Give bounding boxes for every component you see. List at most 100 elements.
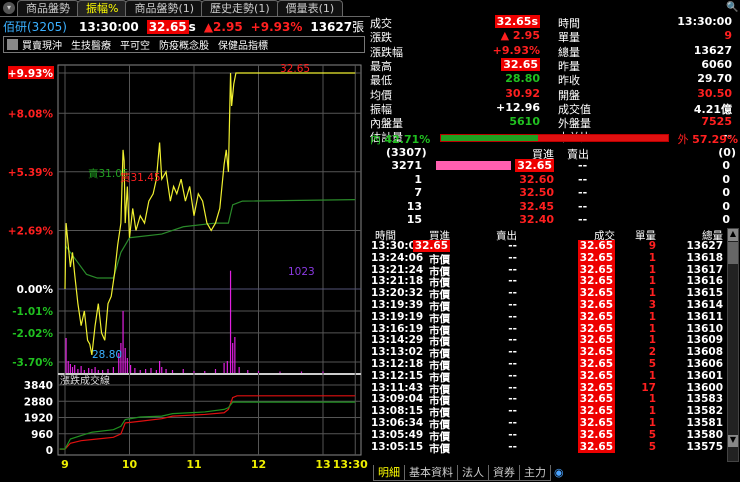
bid-price[interactable]: 32.40 (519, 213, 554, 226)
tick-ask: -- (508, 405, 517, 418)
tab-institutional[interactable]: 法人 (457, 465, 489, 481)
tick-ask: -- (508, 369, 517, 382)
tick-total: 13600 (686, 381, 723, 394)
tab-bar: ▾ 商品盤勢 振幅% 商品盤勢(1) 歷史走勢(1) 價量表(1) (0, 0, 370, 17)
high-annotation: 32.65 (280, 63, 310, 75)
tick-time: 13:05:49 (371, 428, 424, 441)
intraday-chart[interactable]: 9 10 11 12 13 13:30 +9.93% +8.08% +5.39% +2.69% 0.… (0, 55, 368, 482)
tick-time: 13:09:04 (371, 393, 424, 406)
category-tag[interactable]: 買賣現沖 (22, 37, 62, 52)
tick-price: 32.65 (577, 334, 615, 347)
scroll-up-button[interactable]: ▲ (728, 229, 738, 241)
out-label: 外 57.29% (677, 133, 738, 146)
y-tick-label: 0.00% (17, 284, 54, 296)
tick-ask: -- (508, 346, 517, 359)
bid-price[interactable]: 32.50 (519, 186, 554, 199)
tab-main-force[interactable]: 主力 (519, 465, 551, 481)
y-tick-label: 1920 (24, 413, 53, 425)
header-change: ▲2.95 (203, 19, 243, 34)
quote-value: 7525 (701, 115, 732, 129)
x-tick-label: 13:30 (333, 458, 368, 471)
tick-volume: 1 (648, 322, 656, 335)
tick-volume: 1 (648, 369, 656, 382)
tab-detail[interactable]: 明細 (373, 465, 405, 481)
tick-time: 13:24:06 (371, 251, 424, 264)
tick-total: 13581 (686, 417, 723, 429)
tick-price: 32.65 (577, 440, 615, 453)
ask-price[interactable]: -- (578, 173, 587, 186)
tick-volume: 2 (648, 346, 656, 359)
quote-value: 30.92 (505, 86, 540, 100)
tick-volume: 17 (641, 381, 656, 394)
refresh-icon[interactable]: ◉ (550, 465, 568, 481)
ask-price[interactable]: -- (578, 213, 587, 226)
tick-ask: -- (508, 381, 517, 394)
tick-volume: 1 (648, 334, 656, 347)
tick-ask: -- (508, 428, 517, 441)
scroll-thumb[interactable] (728, 242, 738, 264)
tab-2[interactable]: 商品盤勢(1) (125, 0, 204, 16)
tab-basic-info[interactable]: 基本資料 (404, 465, 458, 481)
x-tick-label: 9 (61, 458, 69, 471)
scroll-down-button[interactable]: ▼ (728, 435, 738, 447)
y-tick-label: 0 (46, 445, 53, 457)
tick-price: 32.65 (577, 322, 615, 335)
toolbar-checkbox[interactable] (7, 39, 18, 50)
tick-ask: -- (508, 322, 517, 335)
tick-ask: -- (508, 240, 517, 252)
bid-volume: 7 (414, 186, 422, 199)
y-tick-label: +2.69% (8, 225, 54, 237)
y-tick-label: +8.08% (8, 108, 54, 120)
header-pct: +9.93% (250, 19, 303, 34)
header-time: 13:30:00 (79, 19, 139, 34)
tab-4[interactable]: 價量表(1) (276, 0, 344, 16)
category-tag[interactable]: 保健品指標 (218, 37, 268, 52)
bid-price[interactable]: 32.60 (519, 173, 554, 186)
tick-price: 32.65 (577, 346, 615, 359)
tick-total: 13610 (686, 322, 723, 335)
bid-volume: 15 (406, 213, 422, 226)
tick-total: 13606 (686, 358, 723, 370)
tick-time: 13:08:15 (371, 405, 424, 418)
tick-price: 32.65 (577, 240, 615, 252)
bid-volume: 3271 (391, 159, 422, 172)
y-tick-label: +5.39% (8, 167, 54, 179)
search-icon[interactable]: 🔍 (726, 2, 738, 13)
tick-total: 13618 (686, 251, 723, 264)
tab-margin[interactable]: 資券 (488, 465, 520, 481)
tick-time: 13:06:34 (371, 417, 424, 429)
x-tick-label: 13 (315, 458, 330, 471)
ask-volume: 0 (722, 186, 730, 199)
y-tick-label: 2880 (24, 396, 53, 408)
buy-annotation: 買31.45 (120, 172, 161, 184)
bid-price[interactable]: 32.45 (519, 200, 554, 213)
ask-volume: 0 (722, 172, 730, 186)
tick-scrollbar[interactable]: ▲ ▼ (727, 228, 739, 462)
tab-3[interactable]: 歷史走勢(1) (201, 0, 279, 16)
quote-value: 5610 (509, 115, 540, 129)
category-tag[interactable]: 生技醫療 (71, 37, 111, 52)
menu-dropdown-icon[interactable]: ▾ (3, 2, 15, 14)
tick-ask: -- (508, 287, 517, 300)
y-tick-label: -3.70% (12, 357, 53, 369)
quote-value: 32.65 (501, 57, 540, 71)
tab-0[interactable]: 商品盤勢 (17, 0, 79, 16)
tab-1[interactable]: 振幅% (77, 0, 128, 16)
ask-price[interactable]: -- (578, 159, 587, 172)
ask-price[interactable]: -- (578, 200, 587, 213)
category-tag[interactable]: 平可空 (120, 37, 150, 52)
category-tag[interactable]: 防疫概念股 (159, 37, 209, 52)
stock-name[interactable]: 佰研(3205) (3, 18, 75, 35)
tick-price: 32.65 (577, 310, 615, 323)
quote-value: 30.50 (697, 86, 732, 100)
ask-volume: 0 (722, 159, 730, 172)
tick-time: 13:21:18 (371, 275, 424, 288)
bid-price[interactable]: 32.65 (515, 159, 554, 172)
cumulative-down-line (59, 401, 356, 450)
cumulative-up-line (59, 395, 356, 450)
low-annotation: 28.80 (92, 349, 122, 361)
ask-price[interactable]: -- (578, 186, 587, 199)
quote-value: 28.80 (505, 72, 540, 86)
tick-total: 13614 (686, 299, 723, 311)
quote-value: ▲ 2.95 (500, 29, 540, 43)
